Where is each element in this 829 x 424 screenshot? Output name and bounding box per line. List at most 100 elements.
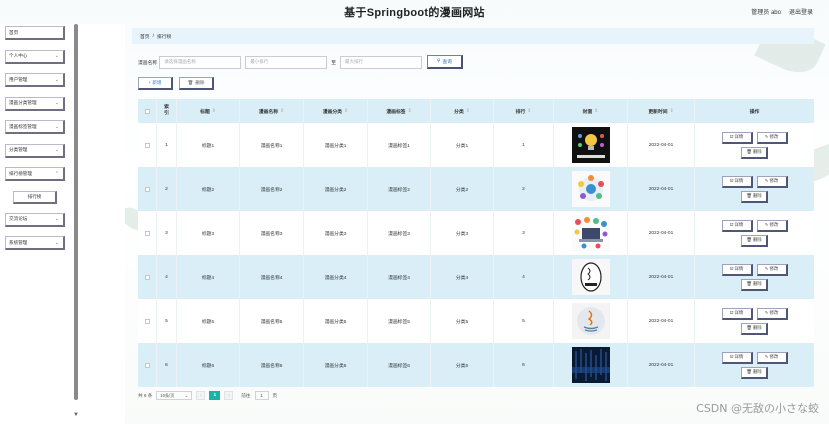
cell-update-time: 2022-04-01 [628, 299, 695, 343]
sidebar-item-comic-tag-management[interactable]: 漫画标签管理 ⌄ [5, 120, 65, 134]
row-checkbox[interactable] [144, 274, 150, 280]
row-checkbox[interactable] [144, 142, 150, 148]
page-number-current[interactable]: 1 [209, 391, 221, 400]
select-all-checkbox[interactable] [144, 108, 150, 114]
edit-button[interactable]: ✎ 修改 [756, 307, 788, 320]
sidebar-item-system-management[interactable]: 系统管理 ⌄ [5, 236, 65, 250]
page-size-select[interactable]: 10条/页 ⌄ [156, 391, 193, 400]
cell-cover [554, 343, 628, 387]
cover-image-digital-code[interactable] [571, 347, 610, 383]
sidebar-item-forum[interactable]: 交流论坛 ⌄ [5, 212, 65, 227]
sidebar-item-personal-center[interactable]: 个人中心 ⌄ [5, 49, 65, 64]
cell-comic-name: 漫画名称4 [240, 255, 304, 299]
header-comic-tag[interactable]: 漫画标签 ⇕ [368, 99, 431, 123]
edit-button[interactable]: ✎ 修改 [756, 175, 788, 188]
batch-delete-button[interactable]: 🗑 删除 [179, 77, 214, 90]
delete-button[interactable]: 🗑 删除 [741, 234, 768, 247]
prev-page-button[interactable]: ‹ [196, 391, 206, 400]
search-button[interactable]: ⚲ 查询 [427, 55, 464, 69]
cover-image-laptop-icons[interactable] [571, 215, 610, 251]
cover-image-revolution[interactable] [571, 127, 610, 163]
cell-title: 标题3 [177, 211, 240, 255]
delete-button[interactable]: 🗑 删除 [741, 190, 768, 203]
sidebar-item-comic-category-management[interactable]: 漫画分类管理 ⌄ [5, 96, 65, 111]
cell-index: 2 [157, 167, 177, 211]
header-cover[interactable]: 封面 ⇕ [554, 99, 628, 123]
cell-index: 1 [157, 123, 177, 167]
cell-category: 分类5 [431, 299, 494, 343]
row-checkbox[interactable] [144, 230, 150, 236]
goto-page-input[interactable]: 1 [254, 391, 269, 400]
cover-image-circle-infographic[interactable] [571, 171, 610, 207]
scrollbar-thumb[interactable] [74, 24, 78, 400]
delete-button[interactable]: 🗑 删除 [741, 278, 768, 291]
sidebar-item-user-management[interactable]: 用户管理 ⌄ [5, 73, 65, 87]
breadcrumb-home[interactable]: 首页 [140, 33, 150, 40]
scroll-down-arrow-icon[interactable]: ▼ [73, 412, 79, 418]
cell-operations: ⊡ 详情 ✎ 修改 🗑 删除 [695, 255, 814, 299]
delete-button[interactable]: 🗑 删除 [741, 146, 768, 159]
main-content: 首页 / 排行榜 漫画名称 请选择漫画名称 最小排行 至 最大排行 ⚲ 查询 +… [132, 28, 814, 424]
row-checkbox[interactable] [144, 318, 150, 324]
cell-operations: ⊡ 详情 ✎ 修改 🗑 删除 [695, 343, 814, 387]
sort-icon: ⇕ [407, 108, 412, 114]
cell-comic-tag: 漫画标签5 [368, 299, 431, 343]
delete-button[interactable]: 🗑 删除 [741, 366, 768, 379]
sidebar-item-label: 用户管理 [9, 76, 28, 82]
row-ops-top: ⊡ 详情 ✎ 修改 [721, 219, 788, 232]
comic-name-placeholder: 请选择漫画名称 [164, 59, 196, 64]
sidebar-item-ranking-management[interactable]: 排行榜管理 ⌃ [5, 167, 65, 181]
edit-button[interactable]: ✎ 修改 [756, 263, 788, 276]
max-rank-input[interactable]: 最大排行 [340, 55, 423, 69]
sidebar-subitem-ranking[interactable]: 排行榜 [13, 190, 57, 204]
delete-label: 删除 [752, 325, 762, 330]
row-checkbox-cell [138, 211, 157, 255]
row-checkbox[interactable] [144, 362, 150, 368]
logout-link[interactable]: 退出登录 [789, 7, 813, 16]
row-checkbox-cell [138, 123, 157, 167]
trash-icon: 🗑 [746, 281, 752, 286]
header-title[interactable]: 标题 ⇕ [177, 99, 240, 123]
edit-label: 修改 [769, 134, 779, 139]
cell-comic-tag: 漫画标签6 [368, 343, 431, 387]
min-rank-input[interactable]: 最小排行 [245, 55, 328, 69]
edit-button[interactable]: ✎ 修改 [756, 351, 788, 364]
header-update-time[interactable]: 更新时间 ⇕ [628, 99, 695, 123]
cell-comic-name: 漫画名称6 [240, 343, 304, 387]
cell-category: 分类4 [431, 255, 494, 299]
detail-button[interactable]: ⊡ 详情 [721, 131, 753, 144]
range-to-label: 至 [331, 60, 337, 66]
detail-button[interactable]: ⊡ 详情 [721, 263, 753, 276]
detail-button[interactable]: ⊡ 详情 [721, 307, 753, 320]
sort-icon: ⇕ [465, 108, 470, 114]
row-checkbox[interactable] [144, 186, 150, 192]
cover-image-java-logo[interactable] [571, 303, 610, 339]
sidebar-subitem-label: 排行榜 [27, 193, 42, 199]
header-comic-name[interactable]: 漫画名称 ⇕ [240, 99, 304, 123]
page-size-value: 10条/页 [160, 392, 175, 398]
cell-cover [554, 123, 628, 167]
next-page-button[interactable]: › [224, 391, 234, 400]
header-comic-category[interactable]: 漫画分类 ⇕ [304, 99, 368, 123]
sidebar-item-category-management[interactable]: 分类管理 ⌄ [5, 143, 65, 158]
add-button[interactable]: + 新增 [138, 77, 173, 90]
detail-button[interactable]: ⊡ 详情 [721, 351, 753, 364]
detail-label: 详情 [734, 266, 744, 271]
detail-button[interactable]: ⊡ 详情 [721, 175, 753, 188]
sidebar-item-home[interactable]: 首页 [5, 26, 65, 40]
edit-button[interactable]: ✎ 修改 [756, 219, 788, 232]
header-category[interactable]: 分类 ⇕ [431, 99, 494, 123]
detail-button[interactable]: ⊡ 详情 [721, 219, 753, 232]
breadcrumb-current: 排行榜 [156, 34, 172, 40]
sidebar-scrollbar[interactable]: ▼ [73, 24, 80, 418]
edit-button[interactable]: ✎ 修改 [756, 131, 788, 144]
cover-image-java-badge[interactable] [571, 259, 610, 295]
detail-label: 详情 [734, 134, 744, 139]
delete-button[interactable]: 🗑 删除 [741, 322, 768, 335]
comic-name-select[interactable]: 请选择漫画名称 [159, 55, 242, 69]
delete-label: 删除 [752, 369, 762, 374]
row-ops: ⊡ 详情 ✎ 修改 🗑 删除 [721, 219, 788, 247]
edit-icon: ✎ [764, 354, 769, 359]
header-rank[interactable]: 排行 ⇕ [494, 99, 554, 123]
edit-label: 修改 [769, 178, 779, 183]
